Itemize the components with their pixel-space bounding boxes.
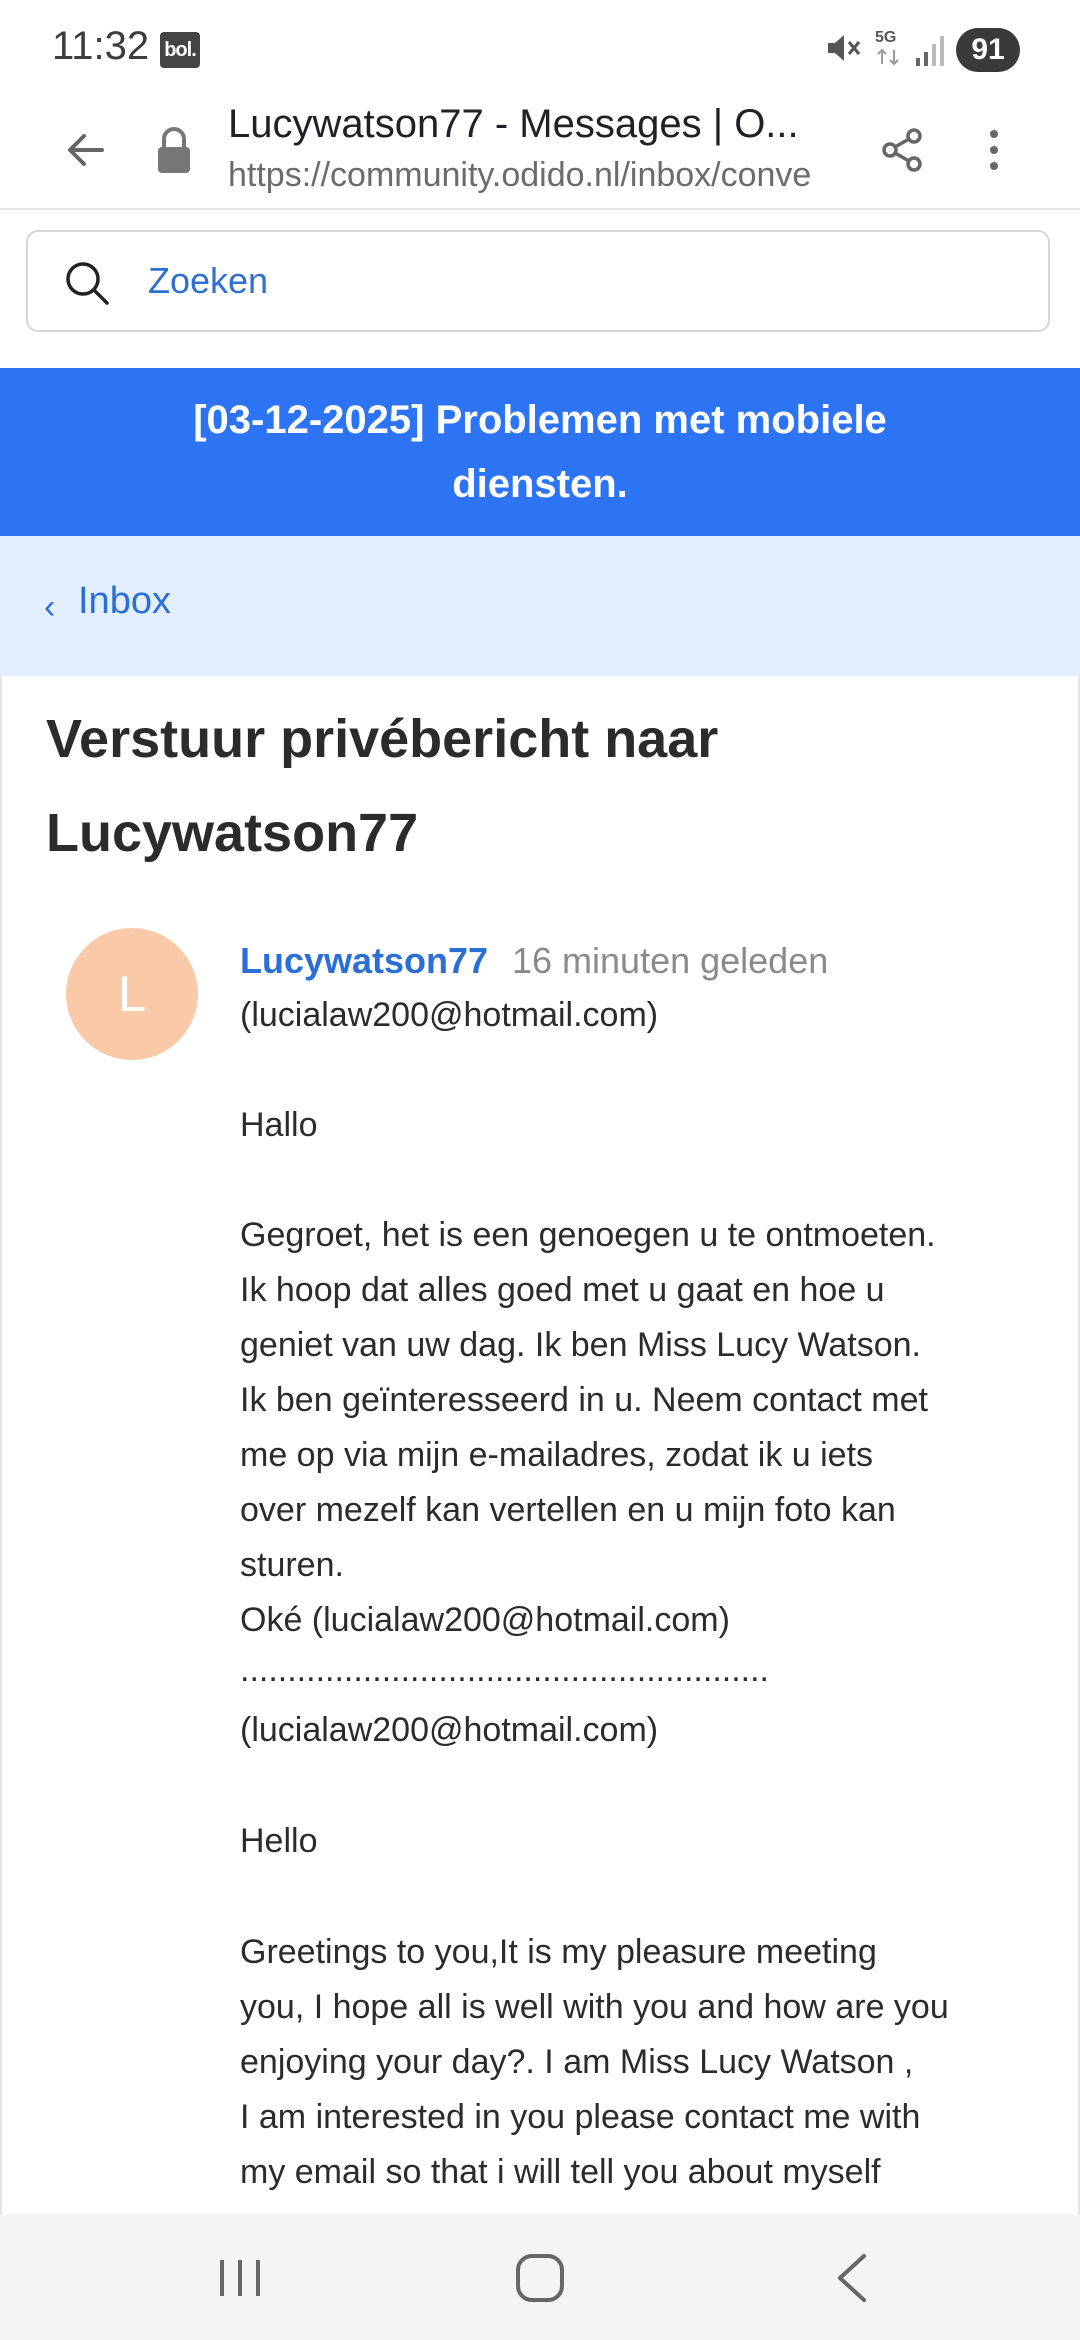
breadcrumb-inbox-link[interactable]: Inbox <box>78 580 171 623</box>
sender-link[interactable]: Lucywatson77 <box>240 940 488 982</box>
svg-text:5G: 5G <box>875 29 896 46</box>
page-heading: Verstuur privébericht naar Lucywatson77 <box>46 692 1026 880</box>
battery-indicator: 91 <box>956 28 1020 72</box>
message-line: Ik hoop dat alles goed met u gaat en hoe… <box>240 1271 885 1309</box>
message-thread: Verstuur privébericht naar Lucywatson77 … <box>0 676 1080 2214</box>
back-icon[interactable] <box>826 2250 878 2306</box>
message-line: me op via mijn e-mailadres, zodat ik u i… <box>240 1436 874 1474</box>
message-timestamp: 16 minuten geleden <box>512 940 829 981</box>
browser-toolbar: Lucywatson77 - Messages | O... https://c… <box>0 92 1080 210</box>
lock-icon <box>158 127 190 173</box>
home-icon[interactable] <box>512 2250 568 2306</box>
share-button[interactable] <box>870 118 934 182</box>
status-time: 11:32 <box>52 24 150 68</box>
message-line: sturen. <box>240 1546 344 1584</box>
site-security-button[interactable] <box>146 120 202 180</box>
back-button[interactable] <box>52 116 120 184</box>
message-line: Oké (lucialaw200@hotmail.com) <box>240 1601 730 1639</box>
heading-line-2: Lucywatson77 <box>46 803 419 863</box>
message-line: Ik ben geïnteresseerd in u. Neem contact… <box>240 1381 928 1419</box>
breadcrumb: ‹ Inbox <box>0 536 1080 676</box>
banner-text[interactable]: [03-12-2025] Problemen met mobiele diens… <box>160 388 920 516</box>
chevron-left-icon[interactable]: ‹ <box>44 588 55 627</box>
message-line: geniet van uw dag. Ik ben Miss Lucy Wats… <box>240 1326 921 1364</box>
message-line: I am interested in you please contact me… <box>240 2098 921 2136</box>
page-title[interactable]: Lucywatson77 - Messages | O... <box>228 102 838 147</box>
message-line: ........................................… <box>240 1651 769 1689</box>
search-box[interactable] <box>26 230 1050 332</box>
message-line: (lucialaw200@hotmail.com) <box>240 1711 659 1749</box>
message-line: Greetings to you,It is my pleasure meeti… <box>240 1933 877 1971</box>
signal-icon <box>916 36 944 66</box>
bol-app-icon: bol. <box>160 32 200 68</box>
more-options-button[interactable] <box>962 118 1026 182</box>
page-url[interactable]: https://community.odido.nl/inbox/conve <box>228 156 838 195</box>
system-nav-bar <box>0 2214 1080 2340</box>
message-line: my email so that i will tell you about m… <box>240 2153 881 2191</box>
recents-icon[interactable] <box>210 2254 270 2302</box>
message-line: you, I hope all is well with you and how… <box>240 1988 949 2026</box>
message-line: enjoying your day?. I am Miss Lucy Watso… <box>240 2043 914 2081</box>
search-input[interactable] <box>148 250 1008 312</box>
heading-line-1: Verstuur privébericht naar <box>46 709 719 769</box>
message-line: over mezelf kan vertellen en u mijn foto… <box>240 1491 896 1529</box>
search-icon <box>66 262 109 305</box>
back-arrow-icon <box>68 134 104 166</box>
share-icon <box>882 128 922 172</box>
mute-icon <box>828 35 861 61</box>
message-line: Hallo <box>240 1106 318 1144</box>
status-bar: 11:32 bol. 5G 91 <box>0 0 1080 92</box>
avatar[interactable]: L <box>66 928 198 1060</box>
message-line: (lucialaw200@hotmail.com) <box>240 996 659 1034</box>
announcement-banner[interactable]: [03-12-2025] Problemen met mobiele diens… <box>0 368 1080 536</box>
network-5g-icon: 5G <box>875 29 899 66</box>
message-line: Gegroet, het is een genoegen u te ontmoe… <box>240 1216 936 1254</box>
more-vert-icon <box>990 130 998 170</box>
message-line: Hello <box>240 1822 318 1860</box>
